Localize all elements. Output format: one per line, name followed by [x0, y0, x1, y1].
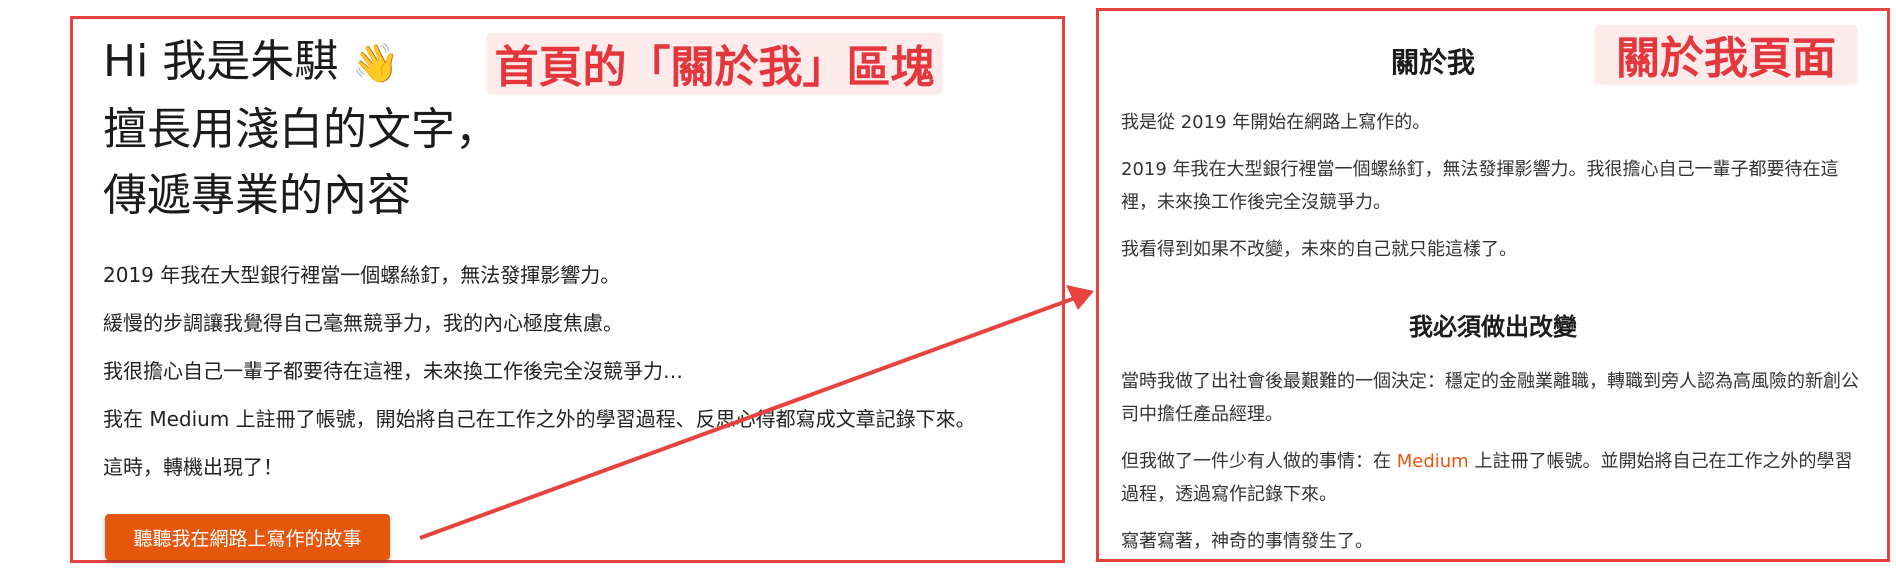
about-paragraph: 我是從 2019 年開始在網路上寫作的。 — [1121, 112, 1431, 133]
hero-greeting: Hi 我是朱騏 👋 — [103, 35, 400, 90]
about-paragraph: 2019 年我在大型銀行裡當一個螺絲釘，無法發揮影響力。我很擔心自己一輩子都要待… — [1121, 159, 1839, 213]
medium-link[interactable]: Medium — [1397, 451, 1469, 472]
about-paragraph: 我看得到如果不改變，未來的自己就只能這樣了。 — [1121, 239, 1517, 260]
intro-paragraph: 2019 年我在大型銀行裡當一個螺絲釘，無法發揮影響力。 — [103, 263, 621, 287]
intro-paragraph: 我在 Medium 上註冊了帳號，開始將自己在工作之外的學習過程、反思心得都寫成… — [103, 407, 976, 431]
about-page: 關於我 關於我頁面 我是從 2019 年開始在網路上寫作的。 2019 年我在大… — [1096, 8, 1890, 562]
hero-line-2: 擅長用淺白的文字， — [103, 104, 499, 155]
hero-line-3: 傳遞專業的內容 — [103, 170, 411, 221]
homepage-about-section: Hi 我是朱騏 👋 擅長用淺白的文字， 傳遞專業的內容 2019 年我在大型銀行… — [70, 16, 1065, 563]
intro-paragraph: 我很擔心自己一輩子都要待在這裡，未來換工作後完全沒競爭力… — [103, 359, 683, 383]
hero-line-1: Hi 我是朱騏 — [103, 36, 339, 87]
about-paragraph: 當時我做了出社會後最艱難的一個決定：穩定的金融業離職，轉職到旁人認為高風險的新創… — [1121, 371, 1859, 425]
about-page-annotation-tag: 關於我頁面 — [1595, 25, 1857, 84]
about-text: 但我做了一件少有人做的事情：在 — [1121, 451, 1397, 472]
arrow-head — [1066, 285, 1094, 310]
intro-paragraph: 這時，轉機出現了！ — [103, 455, 283, 479]
intro-paragraph: 緩慢的步調讓我覺得自己毫無競爭力，我的內心極度焦慮。 — [103, 311, 623, 335]
homepage-about-annotation-tag: 首頁的「關於我」區塊 — [487, 33, 942, 93]
about-paragraph: 寫著寫著，神奇的事情發生了。 — [1121, 531, 1373, 552]
writing-story-button[interactable]: 聽聽我在網路上寫作的故事 — [105, 514, 390, 560]
about-paragraph-with-link: 但我做了一件少有人做的事情：在 Medium 上註冊了帳號。並開始將自己在工作之… — [1121, 445, 1861, 511]
waving-hand-icon: 👋 — [352, 41, 400, 85]
section-heading: 我必須做出改變 — [1409, 313, 1577, 341]
